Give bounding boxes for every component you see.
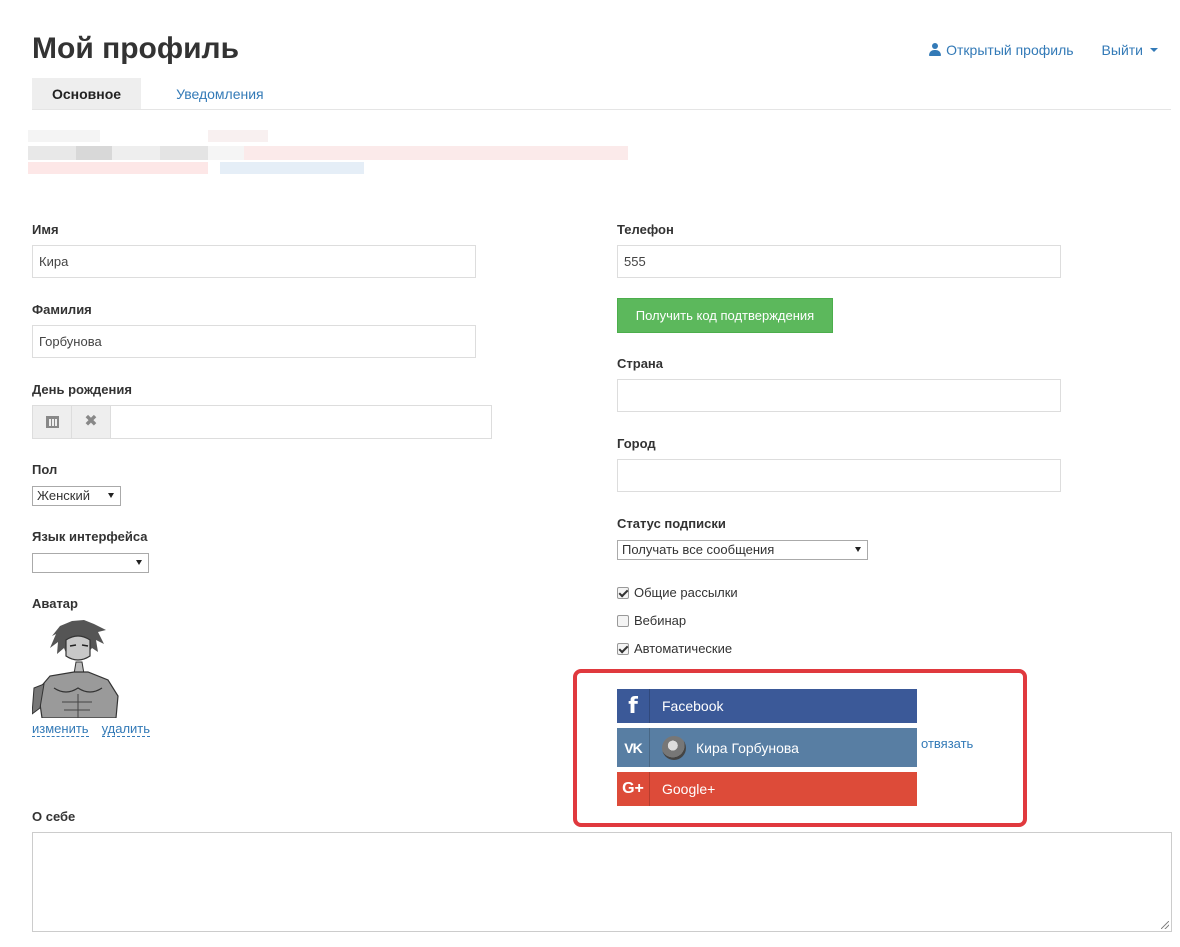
gender-label: Пол — [32, 462, 58, 477]
birthday-picker: ✖ — [32, 405, 492, 439]
logout-label: Выйти — [1101, 42, 1143, 58]
city-label: Город — [617, 436, 656, 451]
facebook-label: Facebook — [662, 698, 724, 714]
facebook-icon: f — [617, 689, 650, 723]
subscription-value: Получать все сообщения — [622, 542, 775, 557]
vk-unlink-link[interactable]: отвязать — [921, 736, 973, 751]
vk-icon: VK — [617, 728, 650, 767]
checkbox-checked[interactable] — [617, 586, 629, 599]
tab-notifications[interactable]: Уведомления — [156, 78, 284, 109]
checkbox-general[interactable]: Общие рассылки — [617, 585, 738, 600]
avatar-actions: изменить удалить — [32, 721, 151, 737]
about-label: О себе — [32, 809, 76, 824]
calendar-button[interactable] — [33, 406, 72, 438]
last-name-input[interactable]: Горбунова — [32, 325, 476, 358]
profile-tabs: Основное Уведомления — [32, 78, 1171, 110]
top-links: Открытый профиль Выйти — [928, 42, 1158, 58]
birthday-input[interactable] — [111, 406, 491, 438]
google-plus-icon: G+ — [617, 772, 650, 806]
language-select[interactable] — [32, 553, 149, 573]
phone-label: Телефон — [617, 222, 674, 237]
public-profile-label: Открытый профиль — [946, 42, 1074, 58]
dropdown-arrow-icon — [136, 560, 142, 565]
dropdown-arrow-icon — [855, 547, 861, 552]
checkbox-label: Автоматические — [634, 641, 733, 656]
first-name-input[interactable]: Кира — [32, 245, 476, 278]
phone-input[interactable]: 555 — [617, 245, 1061, 278]
checkbox-webinar[interactable]: Вебинар — [617, 613, 686, 628]
first-name-label: Имя — [32, 222, 59, 237]
last-name-label: Фамилия — [32, 302, 92, 317]
checkbox-label: Вебинар — [634, 613, 687, 628]
dropdown-arrow-icon — [108, 493, 114, 498]
checkbox-unchecked[interactable] — [617, 614, 629, 627]
subscription-select[interactable]: Получать все сообщения — [617, 540, 868, 560]
city-input[interactable] — [617, 459, 1061, 492]
language-label: Язык интерфейса — [32, 529, 148, 544]
about-textarea[interactable] — [32, 832, 1172, 932]
clear-date-button[interactable]: ✖ — [72, 406, 111, 438]
google-plus-label: Google+ — [662, 781, 716, 797]
close-icon: ✖ — [84, 413, 98, 430]
resize-handle-icon[interactable] — [1161, 921, 1169, 929]
avatar-label: Аватар — [32, 596, 78, 611]
gender-value: Женский — [37, 488, 90, 503]
tab-main[interactable]: Основное — [32, 78, 142, 109]
calendar-icon — [45, 416, 59, 428]
gender-select[interactable]: Женский — [32, 486, 121, 506]
avatar-delete-link[interactable]: удалить — [101, 721, 151, 737]
checkbox-automatic[interactable]: Автоматические — [617, 641, 732, 656]
checkbox-label: Общие рассылки — [634, 585, 738, 600]
vk-avatar — [662, 735, 686, 760]
google-plus-button[interactable]: G+ Google+ — [617, 772, 917, 806]
user-icon — [928, 43, 942, 57]
get-code-button[interactable]: Получить код подтверждения — [617, 298, 833, 333]
page-title: Мой профиль — [32, 32, 240, 65]
country-label: Страна — [617, 356, 664, 371]
vk-user-name: Кира Горбунова — [696, 739, 799, 756]
public-profile-link[interactable]: Открытый профиль — [928, 42, 1074, 58]
subscription-label: Статус подписки — [617, 516, 726, 531]
birthday-label: День рождения — [32, 382, 132, 397]
country-input[interactable] — [617, 379, 1061, 412]
avatar-change-link[interactable]: изменить — [32, 721, 89, 737]
facebook-button[interactable]: f Facebook — [617, 689, 917, 723]
blurred-info-block — [28, 128, 628, 180]
checkbox-checked[interactable] — [617, 642, 629, 655]
avatar-image — [32, 618, 122, 718]
logout-dropdown[interactable]: Выйти — [1102, 42, 1158, 58]
caret-down-icon — [1150, 48, 1158, 52]
vk-button[interactable]: VK Кира Горбунова — [617, 728, 917, 767]
